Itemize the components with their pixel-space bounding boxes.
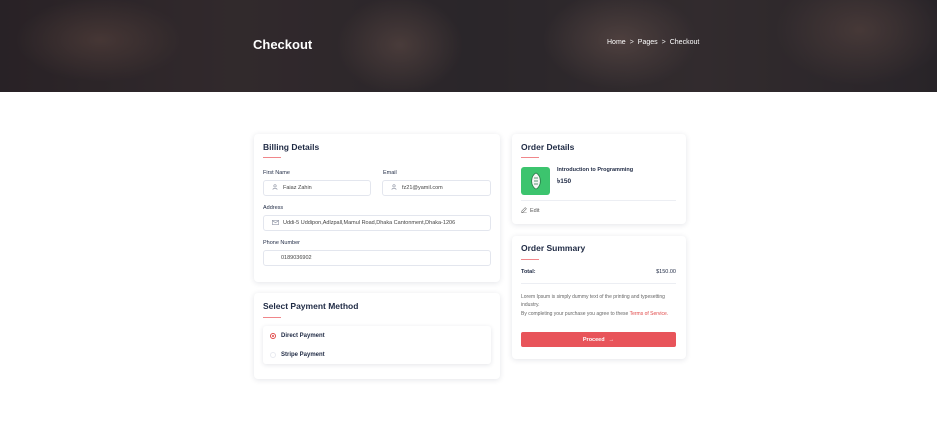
envelope-icon xyxy=(272,219,279,227)
breadcrumb: Home > Pages > Checkout xyxy=(607,39,699,46)
email-label: Email xyxy=(383,170,397,176)
breadcrumb-separator: > xyxy=(629,39,634,46)
address-label: Address xyxy=(263,205,284,211)
divider xyxy=(521,200,676,201)
proceed-label: Proceed xyxy=(582,336,605,343)
page-title: Checkout xyxy=(253,37,313,52)
order-details-title: Order Details xyxy=(521,142,575,152)
course-thumbnail xyxy=(521,167,550,195)
title-underline xyxy=(521,259,539,260)
payment-option-direct[interactable]: Direct Payment xyxy=(270,333,325,339)
hero-overlay xyxy=(0,0,937,92)
phone-field[interactable]: 0189036902 xyxy=(263,250,491,266)
total-value: $150.00 xyxy=(656,269,676,275)
breadcrumb-home[interactable]: Home xyxy=(607,39,626,46)
breadcrumb-separator: > xyxy=(661,39,666,46)
payment-method-title: Select Payment Method xyxy=(263,301,359,311)
payment-options-box xyxy=(263,326,491,364)
first-name-value: Faiaz Zahin xyxy=(283,185,312,191)
pencil-icon xyxy=(521,207,527,215)
summary-note: Lorem Ipsum is simply dummy text of the … xyxy=(521,294,665,308)
course-title[interactable]: Introduction to Programming xyxy=(557,167,633,173)
terms-prefix: By completing your purchase you agree to… xyxy=(521,311,630,317)
phone-value: 0189036902 xyxy=(281,255,312,261)
address-value: Uddi-5 Uddipon,Adlzpall,Mamul Road,Dhaka… xyxy=(283,220,456,226)
first-name-label: First Name xyxy=(263,170,290,176)
proceed-button[interactable]: Proceed → xyxy=(521,332,676,347)
total-label: Total: xyxy=(521,269,536,275)
payment-option-label: Direct Payment xyxy=(281,333,325,339)
divider xyxy=(521,283,676,284)
edit-button[interactable]: Edit xyxy=(521,207,539,215)
payment-option-label: Stripe Payment xyxy=(281,352,325,358)
radio-selected-icon[interactable] xyxy=(270,333,276,339)
edit-label: Edit xyxy=(530,208,540,214)
title-underline xyxy=(263,157,281,158)
payment-option-stripe[interactable]: Stripe Payment xyxy=(270,352,325,358)
email-value: fz21@yamil.com xyxy=(402,185,443,191)
hero-banner: Checkout Home > Pages > Checkout xyxy=(0,0,937,92)
course-price: ৳150 xyxy=(557,178,572,185)
terms-link[interactable]: Terms of Service. xyxy=(630,311,669,317)
title-underline xyxy=(263,317,281,318)
breadcrumb-current: Checkout xyxy=(669,39,700,46)
phone-label: Phone Number xyxy=(263,240,300,246)
address-field[interactable]: Uddi-5 Uddipon,Adlzpall,Mamul Road,Dhaka… xyxy=(263,215,491,231)
course-thumbnail-icon xyxy=(530,172,541,190)
user-icon xyxy=(391,184,397,192)
user-icon xyxy=(272,184,278,192)
title-underline xyxy=(521,157,539,158)
billing-details-title: Billing Details xyxy=(263,142,320,152)
terms-note: By completing your purchase you agree to… xyxy=(521,310,671,318)
breadcrumb-pages[interactable]: Pages xyxy=(638,39,658,46)
first-name-field[interactable]: Faiaz Zahin xyxy=(263,180,371,196)
order-summary-title: Order Summary xyxy=(521,243,586,253)
radio-unselected-icon[interactable] xyxy=(270,352,276,358)
arrow-right-icon: → xyxy=(608,336,615,343)
email-field[interactable]: fz21@yamil.com xyxy=(382,180,491,196)
